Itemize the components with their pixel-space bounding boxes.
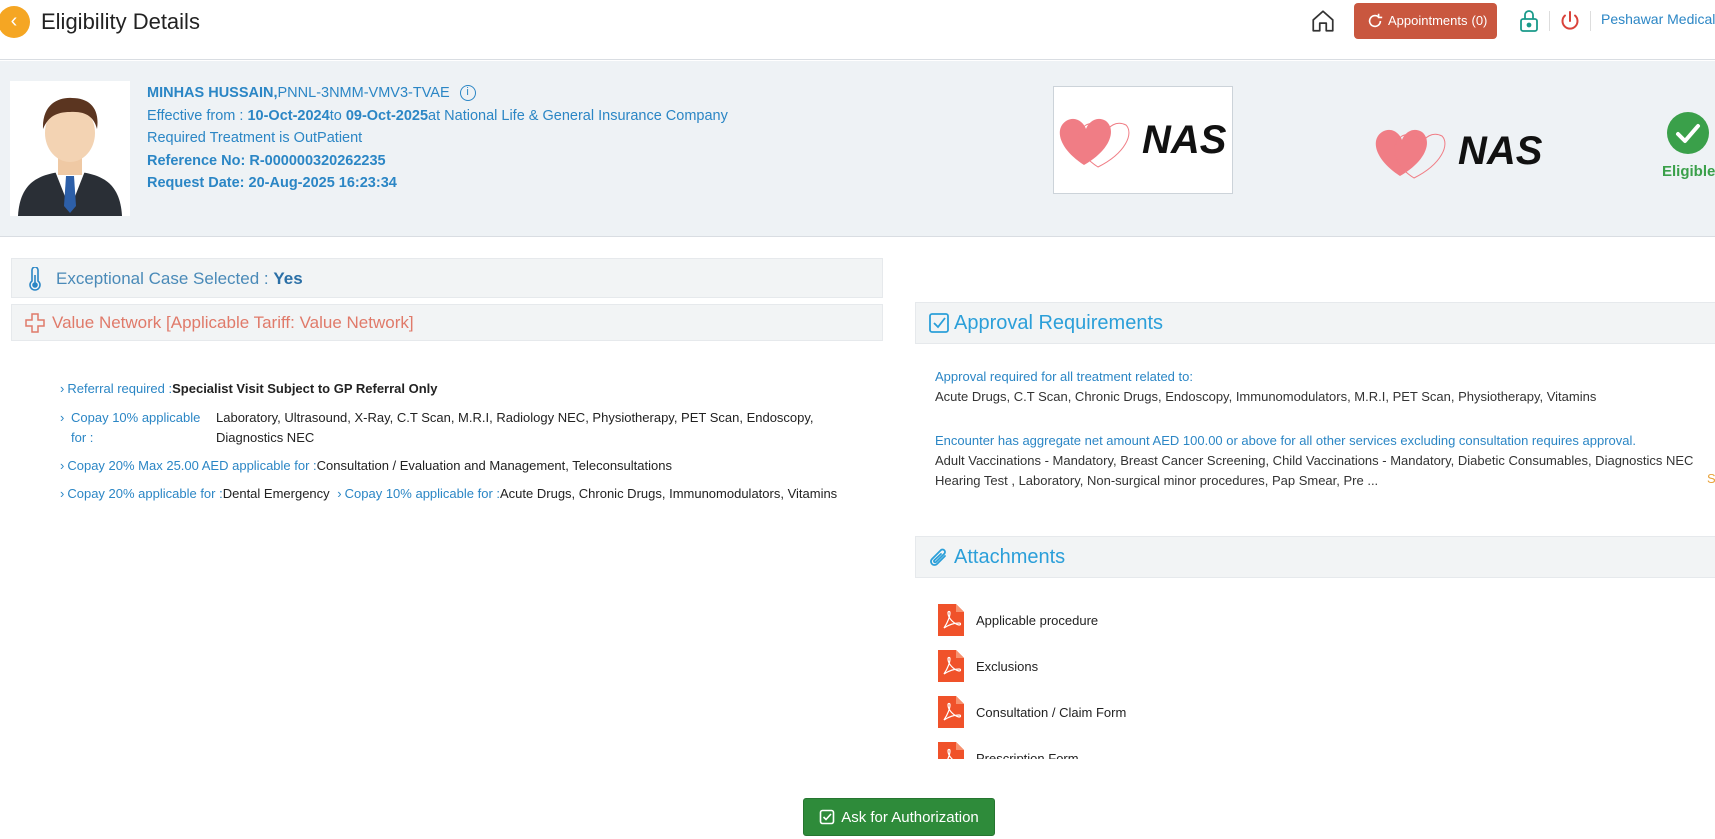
benefit-value: Consultation / Evaluation and Management… — [316, 458, 672, 473]
payer-logo-card: NAS — [1053, 86, 1233, 194]
copay-benefit: › Copay 20% Max 25.00 AED applicable for … — [60, 456, 672, 476]
medical-cross-icon — [25, 313, 45, 333]
avatar — [10, 81, 130, 216]
pdf-icon — [938, 650, 964, 682]
exceptional-case-label: Exceptional Case Selected : — [56, 269, 274, 288]
network-label: Value Network [Applicable Tariff: Value … — [52, 313, 414, 332]
nas-logo-text: NAS — [1142, 118, 1227, 162]
approval-line-label: Encounter has aggregate net amount AED 1… — [935, 433, 1636, 448]
see-more-link[interactable]: S — [1707, 471, 1715, 486]
benefit-label-line: for : — [71, 430, 94, 445]
appointments-button[interactable]: Appointments (0) — [1354, 3, 1498, 39]
member-id: PNNL-3NMM-VMV3-TVAE — [277, 85, 450, 101]
copay-benefit: › Copay 20% applicable for :Dental Emerge… — [60, 484, 837, 504]
effective-to: 09-Oct-2025 — [345, 107, 429, 124]
exceptional-case-value: Yes — [273, 269, 303, 288]
chevron-right-icon: › — [60, 458, 65, 473]
chevron-right-icon: › — [337, 486, 342, 501]
chevron-right-icon: › — [60, 486, 65, 501]
attachment-item[interactable]: Consultation / Claim Form — [938, 689, 1338, 735]
eligible-check-icon — [1667, 112, 1709, 154]
chevron-right-icon: › — [60, 381, 65, 396]
ask-authorization-label: Ask for Authorization — [841, 808, 979, 826]
network-bar: Value Network [Applicable Tariff: Value … — [11, 304, 883, 341]
approval-line-value: Hearing Test , Laboratory, Non-surgical … — [935, 473, 1379, 488]
approval-requirements-header: Approval Requirements — [915, 302, 1715, 344]
attachment-label: Consultation / Claim Form — [976, 704, 1127, 720]
pdf-icon — [938, 696, 964, 728]
approval-line-value: Adult Vaccinations - Mandatory, Breast C… — [935, 453, 1694, 468]
benefit-value: Dental Emergency — [222, 486, 330, 501]
header-divider — [1549, 11, 1550, 31]
attachment-label: Exclusions — [976, 658, 1039, 674]
patient-banner: MINHAS HUSSAIN,PNNL-3NMM-VMV3-TVAE i Effe… — [0, 61, 1715, 237]
header-divider — [1590, 11, 1591, 31]
benefit-label: Referral required : — [67, 381, 173, 396]
calendar-refresh-icon — [1368, 13, 1383, 28]
chevron-right-icon: › — [60, 410, 65, 425]
treatment-type: Required Treatment is OutPatient — [147, 130, 363, 146]
top-bar: ‹ Eligibility Details Appointments (0) P… — [0, 0, 1715, 60]
power-icon[interactable] — [1558, 9, 1582, 33]
benefit-value: Laboratory, Ultrasound, X-Ray, C.T Scan,… — [216, 408, 876, 448]
benefit-label: Copay 10% applicable for : — [344, 486, 501, 501]
effective-from: 10-Oct-2024 — [247, 107, 330, 124]
benefit-value-line: Diagnostics NEC — [216, 430, 315, 445]
ask-authorization-button[interactable]: Ask for Authorization — [803, 798, 995, 836]
patient-info: MINHAS HUSSAIN,PNNL-3NMM-VMV3-TVAE i Effe… — [147, 82, 728, 195]
pdf-icon — [938, 742, 964, 759]
exceptional-case-bar: Exceptional Case Selected : Yes — [11, 258, 883, 298]
approval-title: Approval Requirements — [954, 312, 1163, 334]
insurer-name: National Life & General Insurance Compan… — [444, 107, 728, 124]
attachment-item[interactable]: Prescription Form — [938, 735, 1338, 759]
appointments-label: Appointments — [1388, 13, 1468, 28]
benefit-label: Copay 20% applicable for : — [67, 486, 223, 501]
attachment-label: Applicable procedure — [976, 612, 1099, 628]
approval-line-value: Acute Drugs, C.T Scan, Chronic Drugs, En… — [935, 389, 1597, 404]
benefit-label-line: Copay 10% applicable — [71, 410, 201, 425]
attachment-label: Prescription Form — [976, 750, 1079, 760]
pdf-icon — [938, 604, 964, 636]
reference-label: Reference No: — [147, 152, 250, 169]
patient-name: MINHAS HUSSAIN, — [147, 85, 278, 101]
benefit-label: Copay 20% Max 25.00 AED applicable for : — [67, 458, 317, 473]
insurer-prefix: at — [428, 107, 445, 124]
checkbox-checked-icon — [929, 313, 949, 333]
page-title: Eligibility Details — [41, 9, 200, 34]
exceptional-case-text: Exceptional Case Selected : Yes — [56, 269, 303, 289]
effective-prefix: Effective from : — [147, 107, 248, 124]
lock-icon[interactable] — [1518, 9, 1540, 33]
request-date-label: Request Date: — [147, 175, 249, 191]
facility-name[interactable]: Peshawar Medical C — [1601, 11, 1715, 27]
attachment-item[interactable]: Exclusions — [938, 643, 1338, 689]
benefit-value: Acute Drugs, Chronic Drugs, Immunomodula… — [500, 486, 838, 501]
copay-benefit: › — [60, 408, 67, 428]
back-button[interactable]: ‹ — [0, 6, 30, 38]
benefit-value-line: Laboratory, Ultrasound, X-Ray, C.T Scan,… — [216, 410, 814, 425]
attachments-header: Attachments — [915, 536, 1715, 578]
request-date: 20-Aug-2025 16:23:34 — [248, 175, 397, 191]
eligibility-status: Eligible — [1662, 163, 1715, 180]
paperclip-icon — [930, 548, 946, 566]
checkbox-checked-icon — [819, 809, 835, 825]
nas-logo-text: NAS — [1458, 129, 1543, 173]
chevron-left-icon: ‹ — [10, 10, 18, 32]
home-icon[interactable] — [1310, 8, 1336, 34]
nas-logo: NAS — [1059, 118, 1227, 168]
effective-to-prefix: to — [329, 107, 346, 124]
approval-line-label: Approval required for all treatment rela… — [935, 369, 1193, 384]
benefit-value: Specialist Visit Subject to GP Referral … — [172, 381, 438, 396]
attachments-title: Attachments — [954, 546, 1066, 568]
referral-benefit: › Referral required :Specialist Visit Sub… — [60, 379, 438, 399]
benefit-label: Copay 10% applicable for : — [71, 408, 211, 448]
attachments-list: Applicable procedure Exclusions Consulta… — [938, 597, 1338, 759]
thermometer-icon — [29, 267, 41, 291]
info-icon[interactable]: i — [459, 85, 476, 101]
attachment-item[interactable]: Applicable procedure — [938, 597, 1338, 643]
appointments-count: (0) — [1471, 13, 1488, 28]
reference-number: R-000000320262235 — [249, 152, 386, 169]
nas-logo: NAS — [1375, 129, 1543, 179]
